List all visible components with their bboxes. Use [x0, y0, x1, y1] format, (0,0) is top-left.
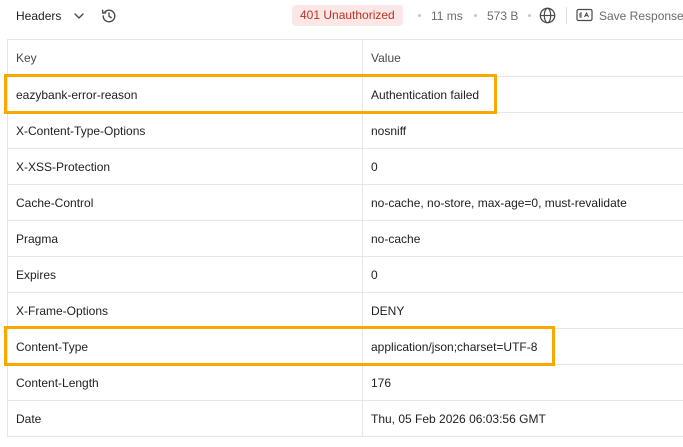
header-key-cell[interactable]: Pragma — [8, 221, 363, 256]
separator-dot — [528, 14, 531, 17]
header-key-cell[interactable]: eazybank-error-reason — [8, 77, 363, 112]
column-header-value: Value — [371, 51, 401, 65]
header-key-cell[interactable]: Date — [8, 401, 363, 436]
table-row: Content-Type application/json;charset=UTF… — [8, 329, 683, 365]
save-response-icon[interactable] — [576, 8, 593, 22]
table-row: X-XSS-Protection 0 — [8, 149, 683, 185]
header-value-cell[interactable]: 176 — [363, 365, 683, 400]
table-row: Content-Length 176 — [8, 365, 683, 401]
table-row: Expires 0 — [8, 257, 683, 293]
response-size[interactable]: 573 B — [487, 8, 518, 24]
separator-dot — [418, 14, 421, 17]
table-row: X-Content-Type-Options nosniff — [8, 113, 683, 149]
response-time[interactable]: 11 ms — [431, 8, 463, 24]
header-key-cell[interactable]: X-Frame-Options — [8, 293, 363, 328]
table-row: X-Frame-Options DENY — [8, 293, 683, 329]
header-value-cell[interactable]: Authentication failed — [363, 77, 683, 112]
table-row: Pragma no-cache — [8, 221, 683, 257]
history-icon[interactable] — [100, 7, 118, 25]
status-badge[interactable]: 401 Unauthorized — [292, 5, 403, 26]
header-value-cell[interactable]: DENY — [363, 293, 683, 328]
table-header-row: Key Value — [8, 40, 683, 77]
header-value-cell[interactable]: 0 — [363, 257, 683, 292]
headers-table: Key Value eazybank-error-reason Authentic… — [7, 39, 683, 437]
header-key-cell[interactable]: X-XSS-Protection — [8, 149, 363, 184]
toolbar-divider — [566, 7, 567, 24]
header-value-cell[interactable]: nosniff — [363, 113, 683, 148]
headers-tab-label[interactable]: Headers — [16, 8, 61, 24]
header-value-cell[interactable]: 0 — [363, 149, 683, 184]
chevron-down-icon[interactable] — [72, 9, 86, 23]
table-row: Cache-Control no-cache, no-store, max-age… — [8, 185, 683, 221]
save-response-button[interactable]: Save Response — [599, 8, 683, 24]
header-key-cell[interactable]: Cache-Control — [8, 185, 363, 220]
header-value-cell[interactable]: no-cache — [363, 221, 683, 256]
header-key-cell[interactable]: Expires — [8, 257, 363, 292]
separator-dot — [474, 14, 477, 17]
table-row: eazybank-error-reason Authentication fail… — [8, 77, 683, 113]
response-toolbar: Headers 401 Unauthorized 11 ms 573 B Sav… — [0, 0, 683, 32]
globe-icon[interactable] — [538, 6, 557, 25]
column-header-key: Key — [8, 40, 363, 76]
header-value-cell[interactable]: no-cache, no-store, max-age=0, must-reva… — [363, 185, 683, 220]
header-key-cell[interactable]: X-Content-Type-Options — [8, 113, 363, 148]
table-row: Date Thu, 05 Feb 2026 06:03:56 GMT — [8, 401, 683, 437]
header-value-cell[interactable]: Thu, 05 Feb 2026 06:03:56 GMT — [363, 401, 683, 436]
header-key-cell[interactable]: Content-Length — [8, 365, 363, 400]
header-value-cell[interactable]: application/json;charset=UTF-8 — [363, 329, 683, 364]
header-key-cell[interactable]: Content-Type — [8, 329, 363, 364]
